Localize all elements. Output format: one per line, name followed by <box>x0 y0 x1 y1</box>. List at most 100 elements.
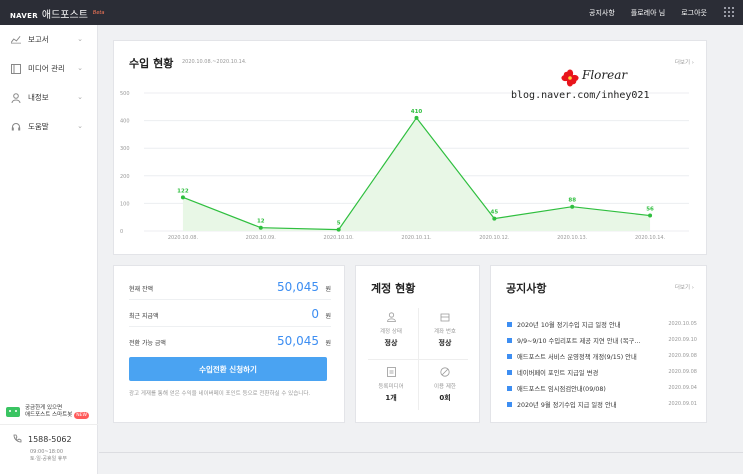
balance-card: 현재 잔액 50,045 원 최근 지급액 0 원 전환 가능 금액 50,04… <box>113 265 345 423</box>
sidebar-item-label: 보고서 <box>28 35 49 44</box>
series-area <box>182 117 651 231</box>
notice-title: 공지사항 <box>506 282 547 295</box>
sidebar-item-media[interactable]: 미디어 관리 ⌄ <box>0 54 97 83</box>
data-point <box>414 115 419 120</box>
data-point <box>648 213 653 218</box>
notice-item[interactable]: 2020년 9월 정기수입 지급 일정 안내 2020.09.01 <box>507 396 697 412</box>
footer-divider <box>99 452 743 453</box>
notice-item[interactable]: 애드포스트 서비스 운영정책 개정(9/15) 안내 2020.09.08 <box>507 348 697 364</box>
account-bank[interactable]: 계좌 번호 정상 <box>418 304 472 359</box>
more-label: 더보기 <box>674 285 691 291</box>
notice-date: 2020.10.05 <box>668 321 697 327</box>
watermark-blog: blog.naver.com/inhey021 <box>511 90 650 101</box>
top-bar: NAVER 애드포스트 Beta 공지사항 플로레아 님 로그아웃 <box>0 0 743 25</box>
x-tick-label: 2020.10.09. <box>246 235 277 241</box>
apply-conversion-button[interactable]: 수입전환 신청하기 <box>129 357 327 381</box>
beta-badge: Beta <box>92 10 105 16</box>
user-icon <box>11 92 21 103</box>
data-label: 410 <box>411 109 423 115</box>
sidebar: 보고서 ⌄ 미디어 관리 ⌄ 내정보 ⌄ 도움말 ⌄ 궁금한게 있으면 애드포스… <box>0 25 98 474</box>
data-point <box>258 225 263 230</box>
person-icon <box>386 312 396 322</box>
smartbot-line1: 궁금한게 있으면 <box>25 404 63 411</box>
app-grid-icon[interactable] <box>724 7 734 17</box>
naver-logo-text: NAVER <box>10 12 38 20</box>
hours-line1: 09:00~18:00 <box>30 449 64 455</box>
phone-icon <box>13 434 22 445</box>
balance-row-current: 현재 잔액 50,045 원 <box>129 274 331 300</box>
account-grid: 계정 상태 정상 계좌 번호 정상 등록미디어 1개 이용 제한 0회 <box>364 304 472 414</box>
sidebar-footer: 궁금한게 있으면 애드포스트 스마트봇 NEW 1588-5062 09:00~1… <box>0 399 98 463</box>
bullet-icon <box>507 369 512 375</box>
account-status-label: 계정 상태 <box>380 329 402 335</box>
account-media[interactable]: 등록미디어 1개 <box>364 359 418 414</box>
account-media-value: 1개 <box>385 394 397 402</box>
notice-list: 2020년 10월 정기수입 지급 일정 안내 2020.10.05 9/9~9/… <box>507 316 697 412</box>
y-tick-label: 500 <box>120 91 130 97</box>
balance-value: 50,045 <box>277 334 319 348</box>
notice-more-link[interactable]: 더보기 › <box>675 283 694 291</box>
account-status[interactable]: 계정 상태 정상 <box>364 304 418 359</box>
x-tick-label: 2020.10.10. <box>324 235 355 241</box>
notice-text: 9/9~9/10 수입리포트 제공 지연 안내 (복구… <box>517 337 641 345</box>
watermark-name: Florear <box>582 68 628 82</box>
chevron-down-icon: ⌄ <box>77 64 83 72</box>
x-tick-label: 2020.10.08. <box>168 235 199 241</box>
balance-value: 50,045 <box>277 280 319 294</box>
top-nav: 공지사항 플로레아 님 로그아웃 <box>589 0 707 25</box>
data-label: 5 <box>337 221 341 227</box>
chevron-down-icon: ⌄ <box>77 35 83 43</box>
nav-user-link[interactable]: 플로레아 님 <box>631 8 665 18</box>
y-tick-label: 100 <box>120 201 130 207</box>
bullet-icon <box>507 321 512 327</box>
nav-notice-link[interactable]: 공지사항 <box>589 8 615 18</box>
account-title: 계정 현황 <box>371 282 416 295</box>
notice-text: 2020년 10월 정기수입 지급 일정 안내 <box>517 321 621 329</box>
account-restriction-value: 0회 <box>439 394 451 402</box>
balance-note: 광고 게재를 통해 얻은 수익을 네이버페이 포인트 등으로 전환하실 수 있습… <box>129 391 311 397</box>
notice-text: 네이버페이 포인트 지급일 변경 <box>517 369 599 377</box>
x-tick-label: 2020.10.11. <box>401 235 432 241</box>
nav-logout-link[interactable]: 로그아웃 <box>681 8 707 18</box>
data-point <box>336 227 341 232</box>
card-icon <box>440 312 450 322</box>
ban-icon <box>440 367 450 377</box>
flower-icon <box>561 69 579 87</box>
account-restriction-label: 이용 제한 <box>434 384 456 390</box>
phone-number: 1588-5062 <box>28 435 72 444</box>
balance-unit: 원 <box>325 340 331 347</box>
balance-value: 0 <box>311 307 319 321</box>
notice-item[interactable]: 애드포스트 임시점검안내(09/08) 2020.09.04 <box>507 380 697 396</box>
data-label: 56 <box>646 207 654 213</box>
chevron-down-icon: ⌄ <box>77 122 83 130</box>
y-tick-label: 0 <box>120 229 123 235</box>
notice-item[interactable]: 네이버페이 포인트 지급일 변경 2020.09.08 <box>507 364 697 380</box>
y-tick-label: 200 <box>120 174 130 180</box>
account-restriction[interactable]: 이용 제한 0회 <box>418 359 472 414</box>
balance-label: 전환 가능 금액 <box>129 340 166 347</box>
notice-text: 애드포스트 임시점검안내(09/08) <box>517 385 606 393</box>
data-point <box>492 216 497 221</box>
x-tick-label: 2020.10.13. <box>557 235 588 241</box>
notice-date: 2020.09.08 <box>668 369 697 375</box>
sidebar-item-myinfo[interactable]: 내정보 ⌄ <box>0 83 97 112</box>
smartbot-line2: 애드포스트 스마트봇 <box>25 411 73 418</box>
logo[interactable]: NAVER 애드포스트 Beta <box>10 6 104 21</box>
data-label: 45 <box>491 210 499 216</box>
notice-card: 공지사항 더보기 › 2020년 10월 정기수입 지급 일정 안내 2020.1… <box>490 265 707 423</box>
balance-row-recent: 최근 지급액 0 원 <box>129 301 331 327</box>
bullet-icon <box>507 337 512 343</box>
sidebar-item-help[interactable]: 도움말 ⌄ <box>0 112 97 141</box>
account-card: 계정 현황 계정 상태 정상 계좌 번호 정상 등록미디어 1개 이용 제한 0… <box>355 265 480 423</box>
notice-item[interactable]: 9/9~9/10 수입리포트 제공 지연 안내 (복구… 2020.09.10 <box>507 332 697 348</box>
revenue-card: 수입 현황 2020.10.08.~2020.10.14. 더보기 › 0 100… <box>113 40 707 255</box>
balance-label: 최근 지급액 <box>129 313 159 320</box>
notice-item[interactable]: 2020년 10월 정기수입 지급 일정 안내 2020.10.05 <box>507 316 697 332</box>
account-bank-value: 정상 <box>438 339 452 347</box>
y-tick-label: 300 <box>120 146 130 152</box>
bullet-icon <box>507 401 512 407</box>
sidebar-item-label: 내정보 <box>28 93 49 102</box>
account-media-label: 등록미디어 <box>378 384 404 390</box>
sidebar-item-report[interactable]: 보고서 ⌄ <box>0 25 97 54</box>
smartbot-banner[interactable]: 궁금한게 있으면 애드포스트 스마트봇 NEW <box>0 399 98 425</box>
